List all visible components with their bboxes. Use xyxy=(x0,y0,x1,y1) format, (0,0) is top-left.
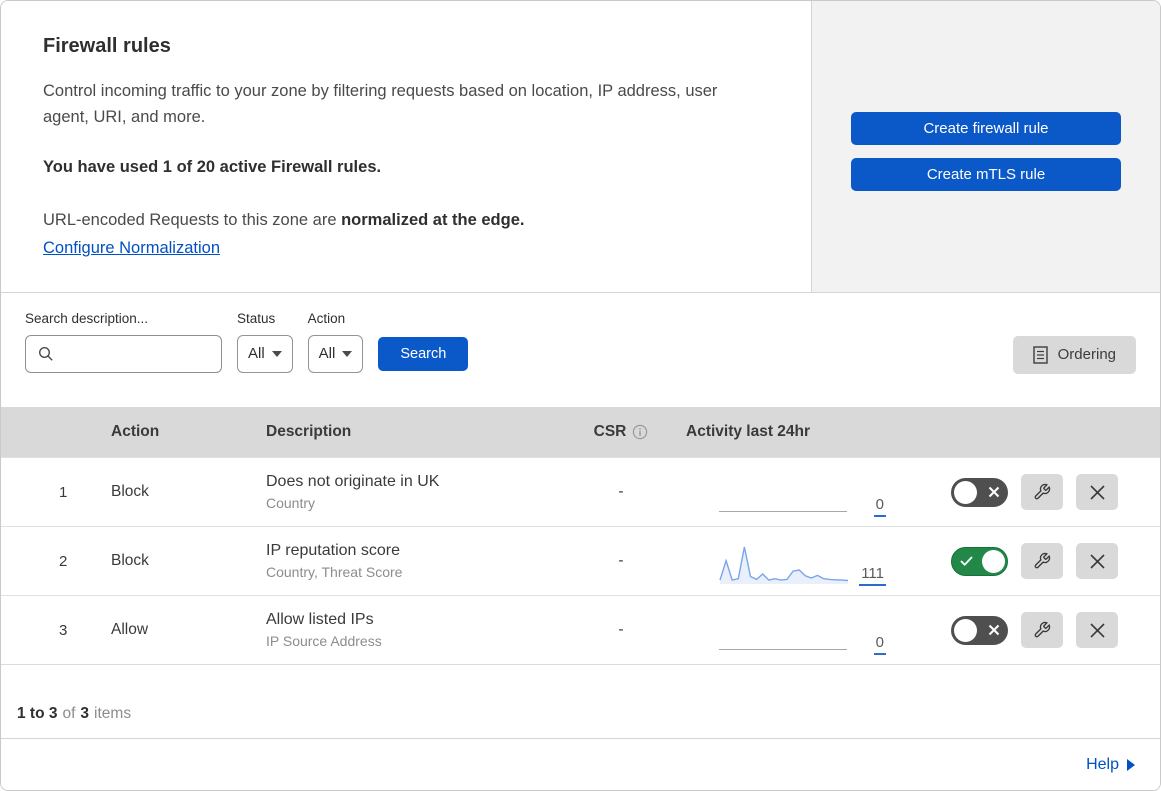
check-icon xyxy=(960,556,973,567)
search-icon xyxy=(38,346,53,361)
activity-flat-line xyxy=(719,511,847,513)
rule-csr-value: - xyxy=(618,552,624,570)
search-label: Search description... xyxy=(25,310,149,326)
activity-sparkline xyxy=(719,547,849,585)
rule-criteria: Country xyxy=(266,495,316,512)
rule-enabled-toggle[interactable] xyxy=(951,477,1008,507)
action-label: Action xyxy=(307,310,346,326)
rule-csr-value: - xyxy=(618,483,624,501)
actions-panel: Create firewall rule Create mTLS rule xyxy=(812,1,1160,292)
filter-bar: Search description... Status All Action … xyxy=(1,292,1160,408)
rule-csr-value: - xyxy=(618,621,624,639)
arrow-right-icon xyxy=(1127,758,1135,771)
action-dropdown-value: All xyxy=(318,345,336,363)
normalization-note: URL-encoded Requests to this zone are no… xyxy=(43,207,751,233)
pagination-summary: 1 to 3 of 3 items xyxy=(1,665,1160,739)
create-mtls-rule-button[interactable]: Create mTLS rule xyxy=(851,158,1121,191)
help-link[interactable]: Help xyxy=(1086,756,1135,774)
normalization-bold: normalized at the edge. xyxy=(341,211,525,229)
table-header-row: Action Description CSR Activity last 24h… xyxy=(1,407,1160,458)
normalization-text: URL-encoded Requests to this zone are xyxy=(43,211,342,229)
status-label: Status xyxy=(237,310,276,326)
rule-description: Does not originate in UK xyxy=(266,473,440,491)
rule-number: 1 xyxy=(59,483,68,501)
status-dropdown-value: All xyxy=(248,345,265,363)
ordering-button-label: Ordering xyxy=(1057,346,1116,364)
delete-rule-button[interactable] xyxy=(1076,543,1118,580)
action-dropdown[interactable]: All xyxy=(307,334,364,373)
edit-rule-button[interactable] xyxy=(1021,612,1063,649)
wrench-icon xyxy=(1034,553,1051,569)
rule-number: 2 xyxy=(59,552,68,570)
firewall-rules-panel: Firewall rules Control incoming traffic … xyxy=(0,0,1161,791)
help-link-label: Help xyxy=(1086,755,1119,773)
wrench-icon xyxy=(1034,484,1051,500)
rule-activity-cell: 111 xyxy=(671,527,921,595)
create-firewall-rule-button[interactable]: Create firewall rule xyxy=(851,112,1121,145)
rule-activity-cell: 0 xyxy=(671,596,921,664)
activity-count-link[interactable]: 111 xyxy=(859,565,886,587)
of-text: of xyxy=(62,704,76,722)
rule-number: 3 xyxy=(59,621,68,639)
toggle-knob xyxy=(982,549,1005,573)
toggle-knob xyxy=(954,618,977,642)
rule-description: Allow listed IPs xyxy=(266,611,374,629)
status-dropdown[interactable]: All xyxy=(237,334,293,373)
chevron-down-icon xyxy=(271,350,282,357)
search-button[interactable]: Search xyxy=(378,336,469,371)
rule-action: Allow xyxy=(111,621,149,639)
wrench-icon xyxy=(1034,622,1051,638)
info-icon[interactable] xyxy=(632,424,648,440)
close-icon xyxy=(1089,623,1105,638)
activity-count-link[interactable]: 0 xyxy=(873,634,886,656)
x-icon xyxy=(988,487,1000,498)
close-icon xyxy=(1089,554,1105,569)
activity-flat-line xyxy=(719,649,847,651)
delete-rule-button[interactable] xyxy=(1076,474,1118,511)
rule-activity-cell: 0 xyxy=(671,458,921,526)
header-text-block: Firewall rules Control incoming traffic … xyxy=(1,1,812,292)
usage-summary: You have used 1 of 20 active Firewall ru… xyxy=(43,158,382,176)
x-icon xyxy=(988,625,1000,636)
list-document-icon xyxy=(1032,346,1048,364)
rule-criteria: IP Source Address xyxy=(266,633,382,650)
column-header-csr: CSR xyxy=(571,423,671,441)
header-section: Firewall rules Control incoming traffic … xyxy=(1,1,1160,293)
page-description: Control incoming traffic to your zone by… xyxy=(43,82,718,126)
activity-count-link[interactable]: 0 xyxy=(873,496,886,518)
help-bar: Help xyxy=(1,738,1160,790)
rule-enabled-toggle[interactable] xyxy=(951,615,1008,645)
rule-criteria: Country, Threat Score xyxy=(266,564,403,581)
configure-normalization-link[interactable]: Configure Normalization xyxy=(43,239,220,258)
table-row: 3 Allow Allow listed IPs IP Source Addre… xyxy=(1,595,1160,665)
chevron-down-icon xyxy=(342,350,353,357)
page-title: Firewall rules xyxy=(43,35,171,57)
edit-rule-button[interactable] xyxy=(1021,474,1063,511)
edit-rule-button[interactable] xyxy=(1021,543,1063,580)
delete-rule-button[interactable] xyxy=(1076,612,1118,649)
items-text: items xyxy=(94,704,132,722)
rule-enabled-toggle[interactable] xyxy=(951,546,1008,576)
search-input-wrap xyxy=(25,334,222,373)
rule-action: Block xyxy=(111,483,149,501)
rule-description: IP reputation score xyxy=(266,542,401,560)
rules-table: Action Description CSR Activity last 24h… xyxy=(1,407,1160,666)
ordering-button[interactable]: Ordering xyxy=(1012,335,1136,374)
column-header-description: Description xyxy=(266,423,352,441)
total-text: 3 xyxy=(80,704,90,722)
rule-action: Block xyxy=(111,552,149,570)
column-header-activity: Activity last 24hr xyxy=(686,423,811,441)
close-icon xyxy=(1089,485,1105,500)
table-row: 1 Block Does not originate in UK Country… xyxy=(1,457,1160,527)
toggle-knob xyxy=(954,480,977,504)
search-input[interactable] xyxy=(62,345,212,362)
range-text: 1 to 3 xyxy=(17,704,58,722)
table-row: 2 Block IP reputation score Country, Thr… xyxy=(1,526,1160,596)
column-header-action: Action xyxy=(111,423,160,441)
